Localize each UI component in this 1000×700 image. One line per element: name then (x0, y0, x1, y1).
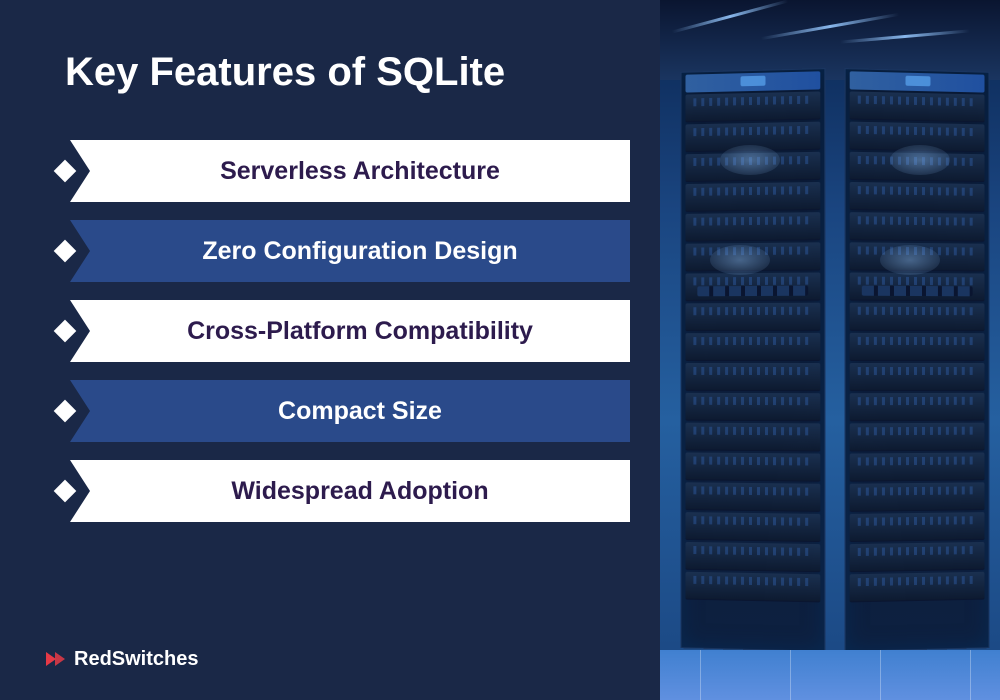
feature-bar: Serverless Architecture (70, 140, 630, 202)
feature-bar: Cross-Platform Compatibility (70, 300, 630, 362)
page-title: Key Features of SQLite (65, 50, 630, 95)
brand-logo: RedSwitches (42, 646, 198, 672)
feature-label: Zero Configuration Design (202, 237, 517, 266)
feature-label: Compact Size (278, 397, 442, 426)
feature-bar: Compact Size (70, 380, 630, 442)
redswitches-logo-icon (42, 646, 68, 672)
feature-bar: Zero Configuration Design (70, 220, 630, 282)
feature-label: Cross-Platform Compatibility (187, 317, 533, 346)
feature-item-4: Compact Size (40, 380, 630, 442)
diamond-bullet-icon (40, 380, 90, 442)
brand-name: RedSwitches (74, 648, 198, 671)
feature-label: Widespread Adoption (231, 477, 488, 506)
infographic-container: Key Features of SQLite Serverless Archit… (0, 0, 1000, 700)
feature-item-1: Serverless Architecture (40, 140, 630, 202)
feature-item-5: Widespread Adoption (40, 460, 630, 522)
server-room-image (660, 0, 1000, 700)
diamond-bullet-icon (40, 300, 90, 362)
content-panel: Key Features of SQLite Serverless Archit… (0, 0, 660, 700)
diamond-bullet-icon (40, 460, 90, 522)
feature-item-3: Cross-Platform Compatibility (40, 300, 630, 362)
feature-bar: Widespread Adoption (70, 460, 630, 522)
diamond-bullet-icon (40, 140, 90, 202)
feature-label: Serverless Architecture (220, 157, 500, 186)
features-list: Serverless Architecture Zero Configurati… (40, 140, 630, 522)
diamond-bullet-icon (40, 220, 90, 282)
feature-item-2: Zero Configuration Design (40, 220, 630, 282)
